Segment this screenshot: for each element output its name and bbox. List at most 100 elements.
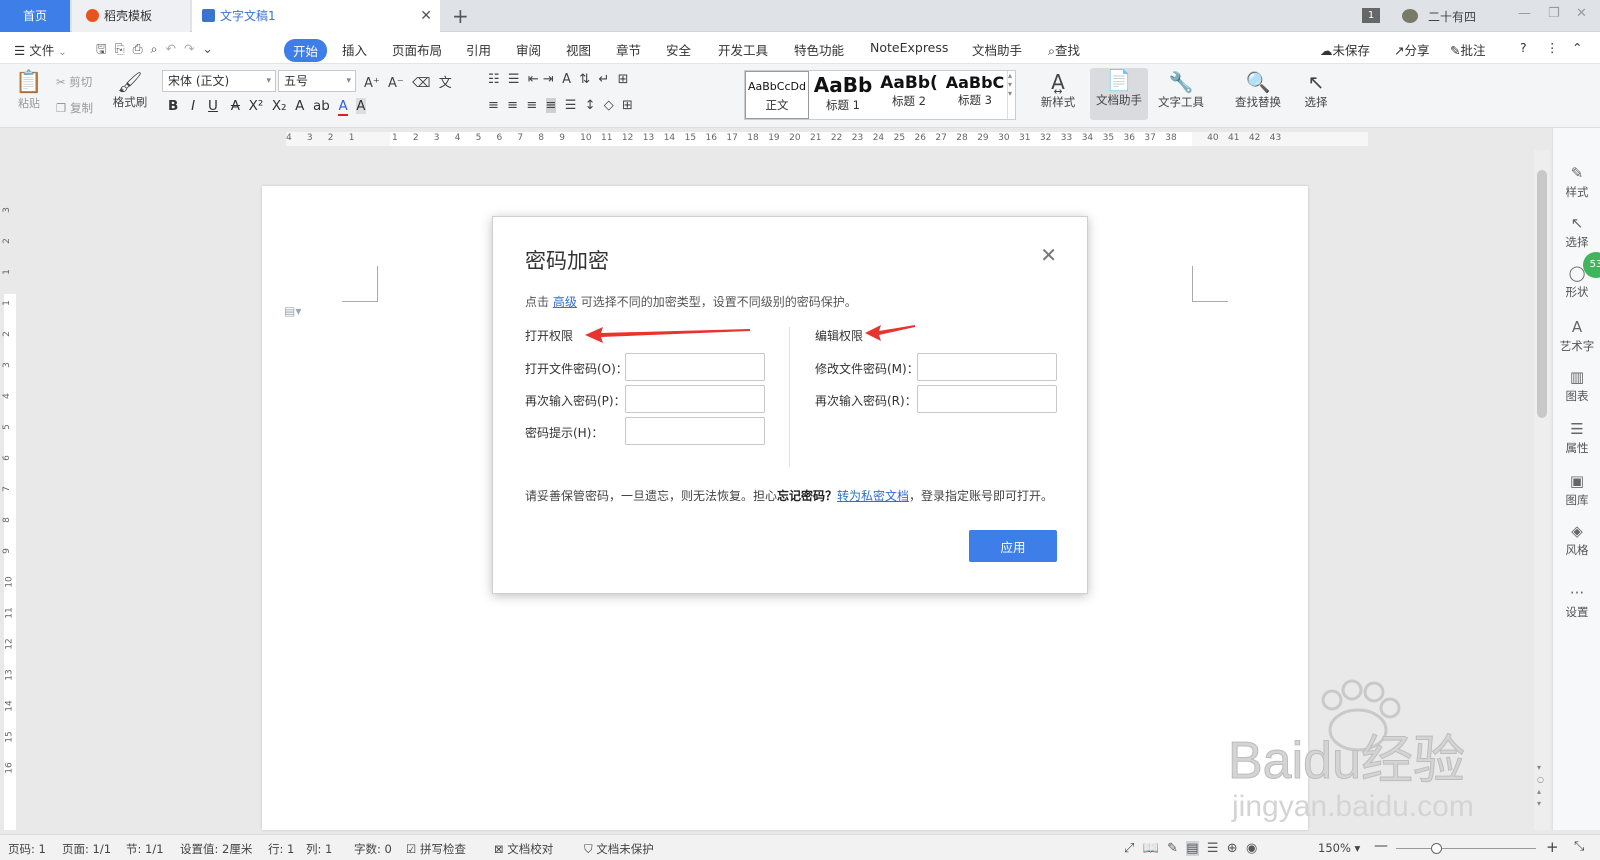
window-count-badge[interactable]: 1 — [1362, 8, 1380, 23]
shrink-font-icon[interactable]: A⁻ — [388, 76, 404, 91]
new-style-button[interactable]: A͍ 新样式 — [1036, 70, 1080, 110]
status-setting[interactable]: 设置值: 2厘米 — [180, 841, 252, 857]
status-col[interactable]: 列: 1 — [306, 841, 332, 857]
horizontal-ruler[interactable]: 4 3 2 1 1 2 3 4 5 6 7 8 9 10 11 12 13 14 15 16 17 18 19 20 21 22 2… — [0, 128, 1540, 150]
tab-references[interactable]: 引用 — [466, 40, 491, 59]
text-tool-button[interactable]: 🔧 文字工具 — [1152, 70, 1210, 110]
tab-doc-assistant[interactable]: 文档助手 — [972, 40, 1022, 59]
sidebar-item-style[interactable]: ✎ 样式 — [1553, 164, 1600, 200]
increase-indent-icon[interactable]: ⇥ — [543, 72, 554, 87]
align-center-icon[interactable]: ≡ — [507, 98, 518, 113]
sidebar-item-select[interactable]: ↖ 选择 — [1553, 214, 1600, 250]
search-command[interactable]: ⌕查找 — [1048, 40, 1080, 59]
tab-chapter[interactable]: 章节 — [616, 40, 641, 59]
status-words[interactable]: 字数: 0 — [354, 841, 392, 857]
sidebar-item-chart[interactable]: ▥ 图表 — [1553, 368, 1600, 404]
fullscreen-icon[interactable]: ⤢ — [1124, 841, 1134, 856]
justify-icon[interactable]: ≡ — [545, 98, 557, 113]
style-heading-2[interactable]: AaBb(标题 2 — [877, 71, 941, 119]
preview-icon[interactable]: ⌕ — [151, 41, 158, 56]
doc-protect-status[interactable]: ⛉ 文档未保护 — [584, 841, 654, 857]
bullet-list-icon[interactable]: ☷ — [488, 72, 500, 87]
numbered-list-icon[interactable]: ☰ — [508, 72, 520, 87]
more-options-icon[interactable]: ⋮ — [1546, 40, 1559, 55]
bold-icon[interactable]: B — [168, 98, 178, 114]
zoom-level[interactable]: 150% ▾ — [1318, 841, 1360, 855]
style-heading-1[interactable]: AaBb 标题 1 — [811, 71, 875, 119]
scrollbar-thumb[interactable] — [1537, 170, 1547, 418]
edit-password-confirm-field[interactable] — [917, 385, 1057, 413]
vertical-scrollbar[interactable]: ▾ ○ ▴ ▾ — [1534, 150, 1550, 830]
read-mode-icon[interactable]: 📖 — [1143, 841, 1159, 856]
align-right-icon[interactable]: ≡ — [526, 98, 537, 113]
help-icon[interactable]: ? — [1520, 40, 1527, 55]
page-nav-icons[interactable]: ▾ ○ ▴ ▾ — [1537, 762, 1544, 810]
tab-page-layout[interactable]: 页面布局 — [392, 40, 442, 59]
comment-button[interactable]: ✎批注 — [1450, 40, 1486, 59]
align-left-icon[interactable]: ≡ — [488, 98, 499, 113]
unsaved-status[interactable]: ☁未保存 — [1320, 40, 1370, 59]
sidebar-item-gallery[interactable]: ▣ 图库 — [1553, 472, 1600, 508]
vertical-ruler[interactable]: 3 2 1 1 2 3 4 5 6 7 8 9 10 11 12 13 14 15 16 — [0, 150, 18, 830]
tab-special-features[interactable]: 特色功能 — [794, 40, 844, 59]
tab-developer[interactable]: 开发工具 — [718, 40, 768, 59]
status-page-code[interactable]: 页码: 1 — [8, 841, 46, 857]
tab-noteexpress[interactable]: NoteExpress — [870, 40, 948, 55]
clear-format-icon[interactable]: ⌫ — [412, 76, 430, 91]
shading-icon[interactable]: ◇ — [604, 98, 614, 113]
tab-view[interactable]: 视图 — [566, 40, 591, 59]
private-doc-link[interactable]: 转为私密文档 — [837, 489, 909, 503]
distribute-icon[interactable]: ☰ — [565, 98, 577, 113]
table-icon[interactable]: ⊞ — [618, 72, 629, 87]
fit-window-icon[interactable]: ⤡ — [1574, 839, 1584, 854]
superscript-icon[interactable]: X² — [249, 98, 264, 114]
apply-button[interactable]: 应用 — [969, 530, 1057, 562]
italic-icon[interactable]: I — [191, 98, 195, 114]
password-hint-field[interactable] — [625, 417, 765, 445]
spell-check-button[interactable]: ☑ 拼写检查 — [406, 841, 466, 857]
redo-icon[interactable]: ↷ — [184, 41, 194, 56]
status-page[interactable]: 页面: 1/1 — [62, 841, 111, 857]
line-spacing-icon[interactable]: ↕ — [585, 98, 596, 113]
status-row[interactable]: 行: 1 — [268, 841, 294, 857]
tab-security[interactable]: 安全 — [666, 40, 691, 59]
select-button[interactable]: ↖ 选择 — [1296, 70, 1336, 110]
sidebar-item-properties[interactable]: ☰ 属性 — [1553, 420, 1600, 456]
sidebar-item-theme[interactable]: ◈ 风格 — [1553, 522, 1600, 558]
paragraph-layout-icon[interactable]: ▤▾ — [284, 304, 301, 318]
minimize-button[interactable]: — — [1518, 6, 1531, 21]
tab-document[interactable]: 文字文稿1 ✕ — [192, 0, 440, 32]
share-button[interactable]: ↗分享 — [1394, 40, 1430, 59]
format-painter-button[interactable]: 🖌 格式刷 — [108, 70, 152, 110]
find-replace-button[interactable]: 🔍 查找替换 — [1228, 70, 1288, 110]
tab-daoke-templates[interactable]: 稻壳模板 — [72, 0, 190, 32]
undo-icon[interactable]: ↶ — [166, 41, 176, 56]
collapse-ribbon-icon[interactable]: ⌃ — [1572, 40, 1582, 55]
doc-proof-button[interactable]: ⊠ 文档校对 — [494, 841, 553, 857]
paste-button[interactable]: 📋 粘贴 — [12, 70, 46, 111]
avatar[interactable] — [1402, 9, 1418, 23]
save-icon[interactable]: 🖫 — [96, 41, 107, 56]
outline-view-icon[interactable]: ☰ — [1207, 841, 1219, 856]
export-icon[interactable]: ⎘ — [115, 41, 125, 56]
decrease-indent-icon[interactable]: ⇤ — [528, 72, 539, 87]
edit-password-field[interactable] — [917, 353, 1057, 381]
add-tab-icon[interactable]: + — [452, 4, 469, 28]
font-color-icon[interactable]: A — [338, 98, 348, 116]
highlight-icon[interactable]: ab — [313, 98, 330, 114]
tab-review[interactable]: 审阅 — [516, 40, 541, 59]
sort-icon[interactable]: ⇅ — [579, 72, 590, 87]
user-name[interactable]: 二十有四 — [1428, 8, 1476, 25]
open-password-confirm-field[interactable] — [625, 385, 765, 413]
advanced-link[interactable]: 高级 — [553, 295, 577, 309]
sidebar-item-wordart[interactable]: A 艺术字 — [1553, 318, 1600, 354]
doc-helper-button[interactable]: 📄 文档助手 — [1090, 68, 1148, 120]
page-view-icon[interactable]: ▤ — [1186, 841, 1199, 856]
write-mode-icon[interactable]: ✎ — [1167, 841, 1178, 856]
style-normal[interactable]: AaBbCcDd 正文 — [745, 71, 809, 119]
grow-font-icon[interactable]: A⁺ — [364, 76, 380, 91]
font-size-select[interactable]: 五号 ▾ — [278, 70, 356, 92]
phonetic-icon[interactable]: 文 — [439, 76, 452, 91]
text-effect-icon[interactable]: A — [295, 98, 304, 114]
close-window-button[interactable]: ✕ — [1576, 6, 1587, 21]
